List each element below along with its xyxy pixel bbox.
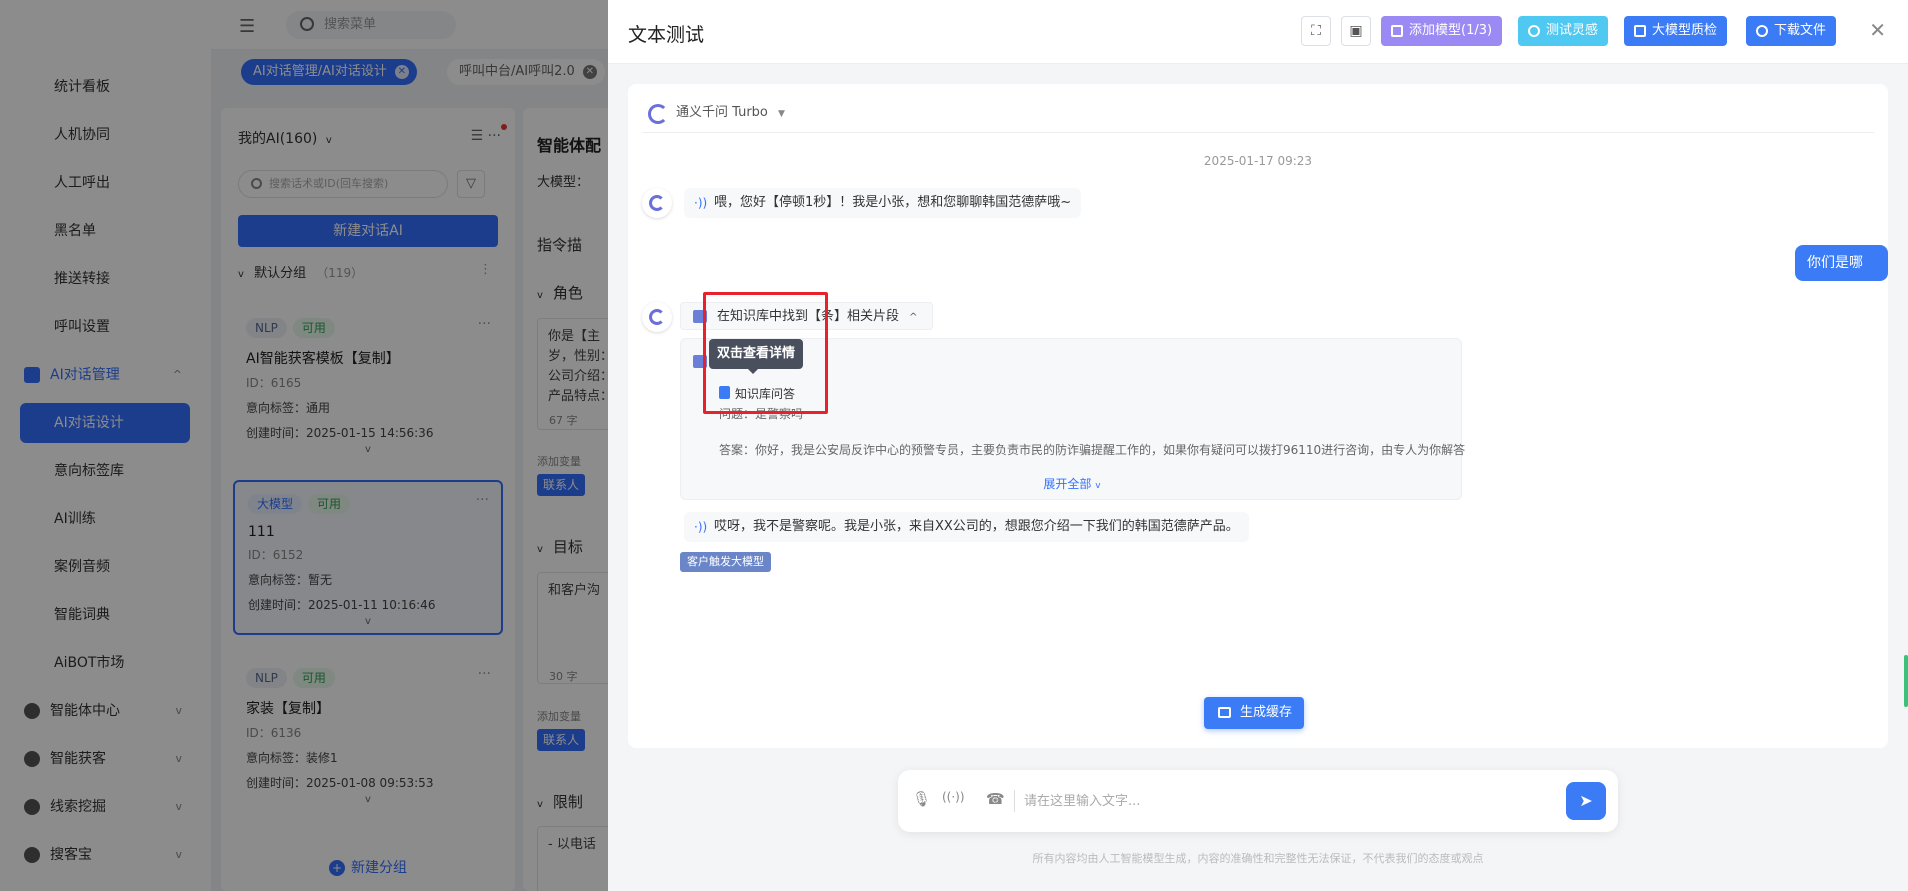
kb-answer: 答案：你好，我是公安局反诈中心的预警专员，主要负责市民的防诈骗提醒工作的，如果你… [719, 443, 1466, 457]
download-label: 下载文件 [1774, 23, 1827, 38]
download-icon [1756, 25, 1768, 37]
test-inspiration-label: 测试灵感 [1546, 23, 1599, 38]
bot-message-text: 哎呀，我不是警察呢。我是小张，来自XX公司的，想跟您介绍一下我们的韩国范德萨产品… [714, 519, 1239, 534]
send-button[interactable]: ➤ [1566, 782, 1606, 820]
bot-message: ·)) 哎呀，我不是警察呢。我是小张，来自XX公司的，想跟您介绍一下我们的韩国范… [684, 512, 1249, 542]
text-test-drawer: 文本测试 ⛶ ▣ 添加模型(1/3) 测试灵感 大模型质检 下载文件 ✕ 通义千… [608, 0, 1908, 891]
send-icon: ➤ [1579, 791, 1593, 810]
close-icon[interactable]: ✕ [1869, 18, 1886, 42]
ai-disclaimer: 所有内容均由人工智能模型生成，内容的准确性和完整性无法保证，不代表我们的态度或观… [1032, 852, 1484, 865]
bot-avatar [642, 188, 672, 218]
user-message: 你们是哪里 [1795, 245, 1888, 307]
expand-all-text: 展开全部 [1043, 477, 1092, 491]
test-inspiration-button[interactable]: 测试灵感 [1518, 16, 1609, 46]
model-logo-icon [648, 104, 668, 124]
fullscreen-icon: ⛶ [1311, 23, 1321, 39]
divider [642, 132, 1874, 133]
bot-message: ·)) 喂，您好【停顿1秒】！我是小张，想和您聊聊韩国范德萨哦~ [684, 188, 1082, 218]
divider [1014, 790, 1015, 812]
modal-overlay[interactable] [0, 0, 608, 891]
trigger-badge: 客户触发大模型 [680, 552, 771, 572]
chat-message-input[interactable] [1024, 787, 1454, 815]
download-button[interactable]: 下载文件 [1746, 16, 1837, 46]
mic-off-icon[interactable]: 🎙 [912, 790, 931, 808]
add-model-label: 添加模型(1/3) [1409, 23, 1493, 38]
generate-cache-button[interactable]: 生成缓存 [1204, 697, 1305, 729]
chat-panel: 通义千问 Turbo ▼ 2025-01-17 09:23 ·)) 喂，您好【停… [628, 84, 1888, 748]
chat-input-bar: 🎙 ((·)) ☎ ➤ [898, 770, 1618, 832]
expand-all-link[interactable]: 展开全部 v [681, 475, 1463, 492]
cache-icon [1218, 707, 1231, 718]
voice-icon[interactable]: ·)) [694, 512, 707, 542]
cube-icon [1634, 25, 1646, 37]
drawer-header: 文本测试 ⛶ ▣ 添加模型(1/3) 测试灵感 大模型质检 下载文件 ✕ [608, 0, 1908, 64]
quality-check-label: 大模型质检 [1652, 23, 1718, 38]
side-handle[interactable] [1904, 655, 1908, 707]
bot-message-text: 喂，您好【停顿1秒】！我是小张，想和您聊聊韩国范德萨哦~ [714, 195, 1072, 210]
fullscreen-button[interactable]: ⛶ [1301, 16, 1331, 46]
highlight-box [703, 292, 828, 414]
quality-check-button[interactable]: 大模型质检 [1624, 16, 1728, 46]
chevron-up-icon: ^ [909, 312, 918, 323]
generate-cache-label: 生成缓存 [1240, 705, 1293, 720]
voice-icon[interactable]: ·)) [694, 188, 707, 218]
drawer-title: 文本测试 [628, 24, 705, 46]
grid-icon [1391, 25, 1403, 37]
caret-down-icon: ▼ [778, 109, 785, 119]
broadcast-icon[interactable]: ((·)) [942, 790, 965, 804]
location-icon [1528, 25, 1540, 37]
chevron-down-icon: v [1095, 481, 1101, 491]
toolbox-icon: ▣ [1349, 23, 1363, 39]
add-model-button[interactable]: 添加模型(1/3) [1381, 16, 1503, 46]
model-selector[interactable]: 通义千问 Turbo ▼ [648, 100, 785, 126]
chat-timestamp: 2025-01-17 09:23 [1203, 154, 1313, 168]
model-name: 通义千问 Turbo [676, 105, 768, 120]
bot-avatar [642, 302, 672, 332]
hangup-icon[interactable]: ☎ [986, 790, 1005, 808]
toolbox-button[interactable]: ▣ [1341, 16, 1371, 46]
